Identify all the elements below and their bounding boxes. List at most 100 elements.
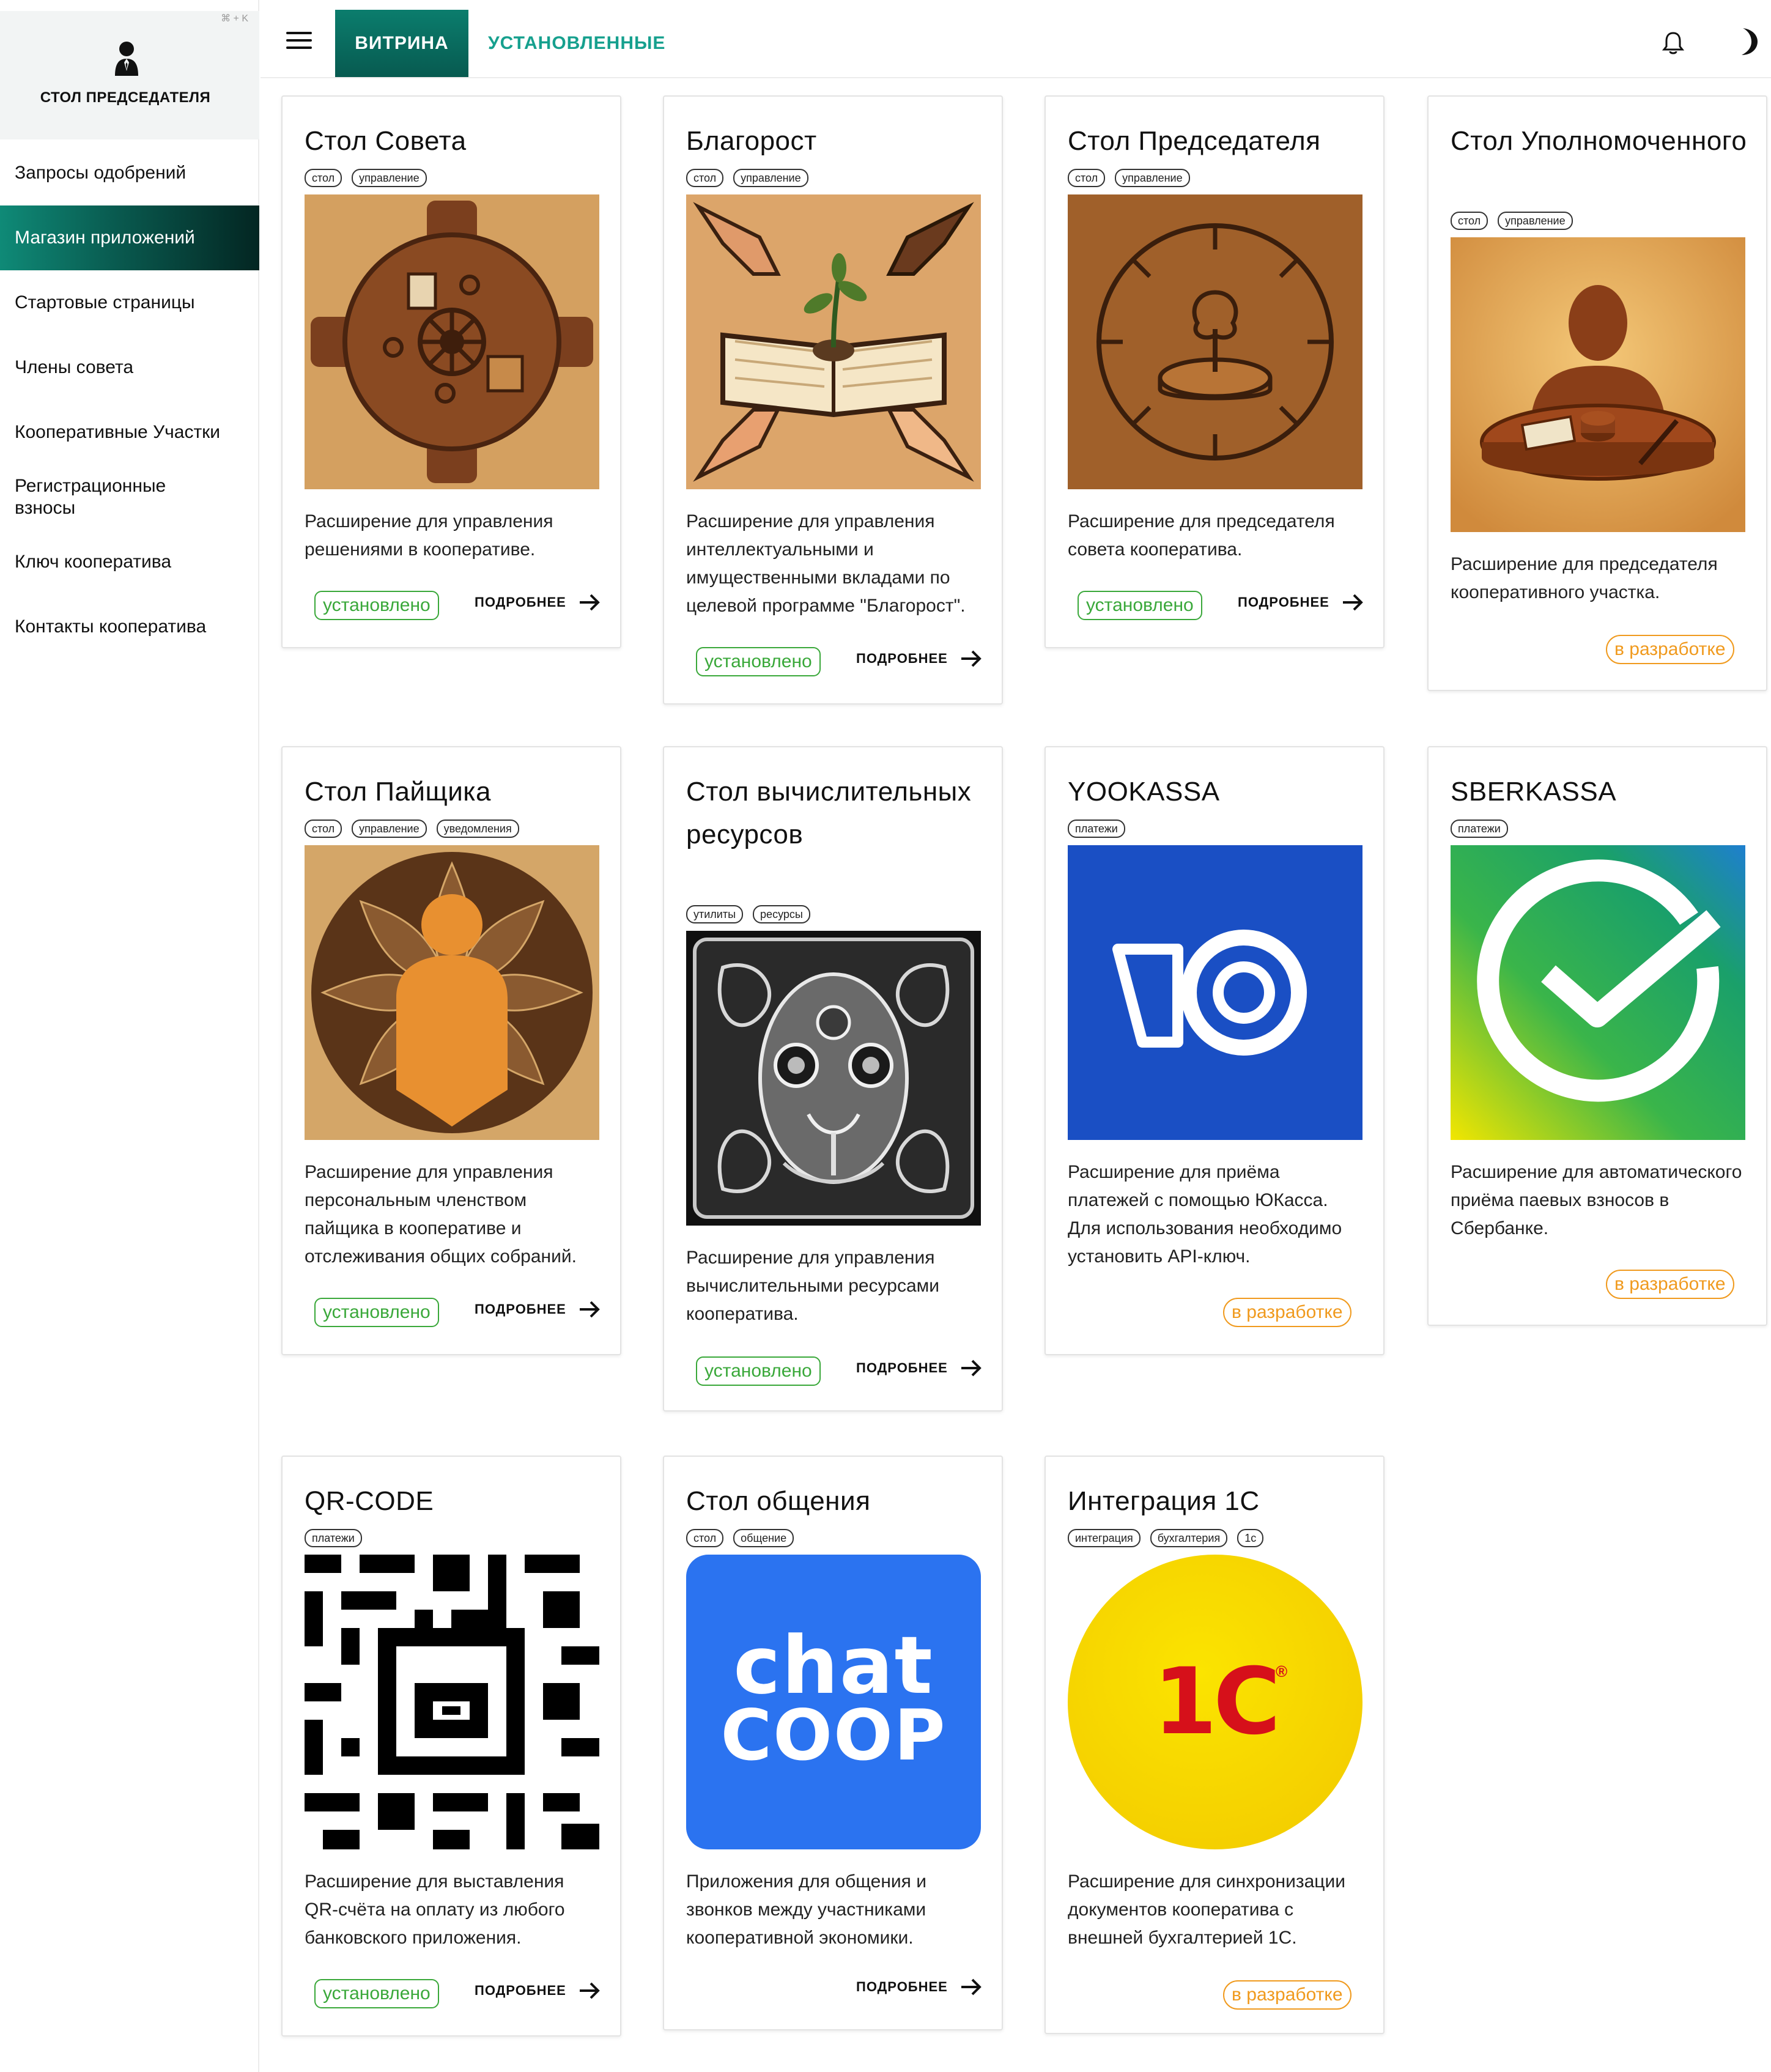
card-tags: стол управление (1068, 169, 1190, 187)
sidebar-item-cooperative-key[interactable]: Ключ кооператива (0, 530, 259, 594)
card-description: Приложения для общения и звонков между у… (686, 1871, 927, 1948)
arrow-right-icon (961, 650, 982, 667)
registered-mark: ® (1276, 1662, 1288, 1681)
command-shortcut-hint: ⌘ + K (221, 13, 248, 24)
arrow-right-icon (579, 1982, 600, 1999)
tab-showcase[interactable]: ВИТРИНА (335, 10, 468, 77)
tag: платежи (1451, 820, 1508, 838)
user-icon (115, 42, 138, 76)
card-description: Расширение для синхронизации документов … (1068, 1871, 1345, 1948)
card-title: SBERKASSA (1451, 777, 1617, 807)
more-button-label: ПОДРОБНЕЕ (856, 1979, 948, 1994)
logo-text-1c: 1С (1153, 1649, 1281, 1755)
status-badge: установлено (314, 591, 439, 620)
app-card-1c-integration: Интеграция 1С интеграция бухгалтерия 1с … (1044, 1456, 1385, 2034)
app-card-blagorost: Благорост стол управление Расширение для… (663, 95, 1003, 705)
more-button-label: ПОДРОБНЕЕ (1238, 594, 1329, 610)
tag: стол (686, 1529, 724, 1547)
card-description: Расширение для председателя кооперативно… (1451, 554, 1718, 602)
card-tags: стол управление (1451, 212, 1573, 230)
yookassa-logo (1068, 845, 1362, 1140)
status-badge: установлено (314, 1979, 439, 2008)
card-title: Стол Совета (305, 126, 467, 156)
tag: 1с (1237, 1529, 1264, 1547)
more-button[interactable]: ПОДРОБНЕЕ (856, 1978, 982, 1996)
app-card-yookassa: YOOKASSA платежи Расширение для приёма п… (1044, 746, 1385, 1355)
status-badge: в разработке (1606, 1270, 1734, 1299)
status-badge: установлено (1078, 591, 1202, 620)
more-button[interactable]: ПОДРОБНЕЕ (856, 649, 982, 668)
arrow-right-icon (579, 594, 600, 611)
app-card-chairman-desk: Стол Председателя стол управление Расшир… (1044, 95, 1385, 648)
card-tags: стол управление (305, 169, 427, 187)
bell-icon[interactable] (1662, 31, 1684, 55)
sidebar-item-app-store[interactable]: Магазин приложений (0, 205, 259, 270)
sidebar: ⌘ + K СТОЛ ПРЕДСЕДАТЕЛЯ Запросы одобрени… (0, 0, 259, 2072)
sidebar-item-council-members[interactable]: Члены совета (0, 335, 259, 400)
app-card-shareholder-desk: Стол Пайщика стол управление уведомления… (281, 746, 621, 1355)
sberkassa-logo (1451, 845, 1745, 1140)
sidebar-title: СТОЛ ПРЕДСЕДАТЕЛЯ (40, 89, 211, 106)
more-button[interactable]: ПОДРОБНЕЕ (1238, 593, 1364, 612)
more-button-label: ПОДРОБНЕЕ (475, 1301, 566, 1317)
menu-icon[interactable] (286, 32, 312, 50)
app-card-council-desk: Стол Совета стол управление Расширение д… (281, 95, 621, 648)
tag: управление (1498, 212, 1573, 230)
status-badge: установлено (696, 647, 821, 676)
card-tags: утилиты ресурсы (686, 905, 810, 923)
tag: утилиты (686, 905, 744, 923)
card-description: Расширение для председателя совета коопе… (1068, 511, 1335, 560)
tag: стол (1451, 212, 1488, 230)
sidebar-item-approval-requests[interactable]: Запросы одобрений (0, 141, 259, 205)
dark-mode-icon[interactable] (1734, 27, 1759, 56)
tag: платежи (1068, 820, 1125, 838)
card-title: Стол Пайщика (305, 777, 491, 807)
card-title: YOOKASSA (1068, 777, 1220, 807)
status-badge: в разработке (1223, 1980, 1351, 2010)
status-badge: установлено (314, 1298, 439, 1327)
tag: общение (733, 1529, 794, 1547)
more-button-label: ПОДРОБНЕЕ (475, 1983, 566, 1998)
representative-illustration (1451, 237, 1745, 532)
arrow-right-icon (961, 1360, 982, 1377)
tag: управление (733, 169, 808, 187)
tag: управление (352, 169, 427, 187)
tag: управление (352, 820, 427, 838)
more-button[interactable]: ПОДРОБНЕЕ (475, 1300, 601, 1319)
council-table-illustration (305, 194, 599, 489)
status-badge: в разработке (1606, 635, 1734, 664)
card-tags: стол управление уведомления (305, 820, 519, 838)
card-tags: интеграция бухгалтерия 1с (1068, 1529, 1264, 1547)
card-title: Благорост (686, 126, 817, 156)
card-description: Расширение для автоматического приёма па… (1451, 1162, 1742, 1238)
app-card-communication-desk: Стол общения стол общение chat COOP Прил… (663, 1456, 1003, 2030)
more-button[interactable]: ПОДРОБНЕЕ (475, 1981, 601, 2000)
compute-ornament-illustration (686, 931, 981, 1226)
sidebar-item-cooperative-contacts[interactable]: Контакты кооператива (0, 594, 259, 659)
sidebar-item-registration-fees[interactable]: Регистрационные взносы (0, 465, 202, 530)
arrow-right-icon (1342, 594, 1363, 611)
card-tags: стол общение (686, 1529, 794, 1547)
card-title: Стол вычислительных ресурсов (686, 777, 972, 849)
card-description: Расширение для управления вычислительным… (686, 1248, 940, 1324)
card-description: Расширение для управления интеллектуальн… (686, 511, 966, 616)
status-badge: установлено (696, 1356, 821, 1386)
top-bar: ВИТРИНА УСТАНОВЛЕННЫЕ (261, 0, 1771, 78)
sidebar-header: ⌘ + K СТОЛ ПРЕДСЕДАТЕЛЯ (0, 11, 259, 139)
card-title: Стол общения (686, 1486, 871, 1516)
tag: ресурсы (753, 905, 810, 923)
card-description: Расширение для приёма платежей с помощью… (1068, 1162, 1342, 1267)
card-title: Стол Председателя (1068, 126, 1321, 156)
card-tags: платежи (1068, 820, 1125, 838)
book-sprout-illustration (686, 194, 981, 489)
chairman-table-illustration (1068, 194, 1362, 489)
more-button[interactable]: ПОДРОБНЕЕ (856, 1359, 982, 1377)
sidebar-item-start-pages[interactable]: Стартовые страницы (0, 270, 259, 335)
app-card-representative-desk: Стол Уполномоченного стол управление Рас… (1427, 95, 1767, 691)
more-button[interactable]: ПОДРОБНЕЕ (475, 593, 601, 612)
tab-installed[interactable]: УСТАНОВЛЕННЫЕ (488, 10, 665, 77)
card-description: Расширение для управления персональным ч… (305, 1162, 577, 1267)
sidebar-item-cooperative-sites[interactable]: Кооперативные Участки (0, 400, 259, 465)
tag: стол (1068, 169, 1106, 187)
more-button-label: ПОДРОБНЕЕ (475, 594, 566, 610)
